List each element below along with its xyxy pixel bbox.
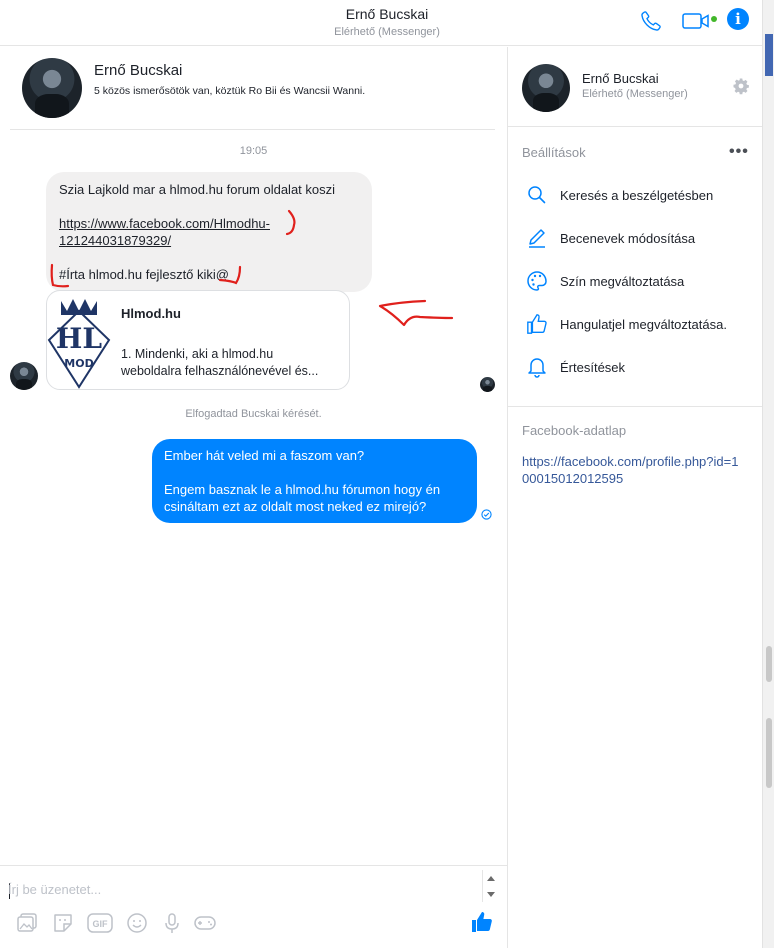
section-divider [508,406,762,407]
facebook-profile-link[interactable]: https://facebook.com/profile.php?id=1000… [522,453,742,487]
chat-thread[interactable]: Ernő Bucskai 5 közös ismerősötök van, kö… [0,47,507,865]
link-preview-card[interactable]: HL MOD Hlmod.hu 1. Mindenki, aki a hlmod… [46,290,350,390]
message-text: Engem basznak le a hlmod.hu fórumon hogy… [164,482,441,497]
composer-scrollbar[interactable] [482,870,497,902]
scrollbar-thumb[interactable] [766,718,772,788]
thumbs-up-icon [526,313,548,338]
menu-edit-nicknames[interactable]: Becenevek módosítása [522,224,758,254]
search-icon [526,184,548,209]
delivered-check-icon [481,508,492,523]
pencil-icon [526,227,548,252]
details-name[interactable]: Ernő Bucskai [582,71,659,86]
details-status: Elérhető (Messenger) [582,88,688,100]
facebook-profile-title: Facebook-adatlap [522,423,627,438]
gif-icon[interactable]: GIF [87,912,113,937]
sticker-icon[interactable] [52,912,74,937]
timestamp-separator: 19:05 [239,145,268,157]
message-text: Ember hát veled mi a faszom van? [164,448,365,463]
bell-icon [526,356,548,381]
contact-avatar[interactable] [22,58,82,118]
conversation-header: Ernő Bucskai Elérhető (Messenger) i [0,0,774,46]
contact-intro: Ernő Bucskai 5 közös ismerősötök van, kö… [10,47,495,130]
contact-name[interactable]: Ernő Bucskai [94,62,182,79]
seen-avatar [480,377,495,392]
message-text: Szia Lajkold mar a hlmod.hu forum oldala… [59,182,336,197]
video-camera-icon[interactable] [682,12,710,33]
system-notice: Elfogadtad Bucskai kérését. [185,408,322,420]
details-avatar[interactable] [522,64,570,112]
online-indicator [711,16,717,22]
window-scrollbar[interactable] [762,0,774,948]
message-composer: GIF [0,865,507,948]
photo-icon[interactable] [16,912,38,937]
message-text: csináltam ezt az oldalt most neked ez mi… [164,499,427,514]
hlmod-logo: HL MOD [47,299,111,389]
menu-change-color[interactable]: Szín megváltoztatása [522,267,758,297]
palette-icon [526,270,548,295]
gear-icon[interactable] [732,77,750,98]
link-card-description: 1. Mindenki, aki a hlmod.hu weboldalra fe… [121,347,319,378]
message-text: #Írta hlmod.hu fejlesztő kiki@ [59,267,229,282]
link-card-title: Hlmod.hu [121,306,181,321]
menu-change-emoji[interactable]: Hangulatjel megváltoztatása. [522,310,758,340]
details-header: Ernő Bucskai Elérhető (Messenger) [508,47,762,127]
menu-notifications[interactable]: Értesítések [522,353,758,383]
game-controller-icon[interactable] [193,912,217,937]
message-input[interactable] [8,874,476,904]
message-link[interactable]: https://www.facebook.com/Hlmodhu- 1212440… [59,216,270,248]
microphone-icon[interactable] [162,912,182,937]
outgoing-message[interactable]: Ember hát veled mi a faszom van? Engem b… [152,439,477,523]
info-icon[interactable]: i [727,8,749,30]
svg-text:MOD: MOD [64,357,93,370]
thumbs-up-send-icon[interactable] [470,910,494,937]
svg-text:HL: HL [56,322,102,355]
conversation-details-panel: Ernő Bucskai Elérhető (Messenger) Beállí… [508,47,762,948]
menu-search-conversation[interactable]: Keresés a beszélgetésben [522,181,758,211]
mutual-friends-text: 5 közös ismerősötök van, köztük Ro Bii é… [94,85,366,97]
svg-text:GIF: GIF [93,919,109,929]
emoji-icon[interactable] [126,912,148,937]
incoming-message[interactable]: Szia Lajkold mar a hlmod.hu forum oldala… [46,172,372,292]
phone-icon[interactable] [640,10,662,35]
sender-avatar[interactable] [10,362,38,390]
scrollbar-thumb[interactable] [766,646,772,682]
scrollbar-accent [765,34,773,76]
more-options-icon[interactable]: ••• [729,143,749,161]
settings-section-title: Beállítások [522,145,586,160]
